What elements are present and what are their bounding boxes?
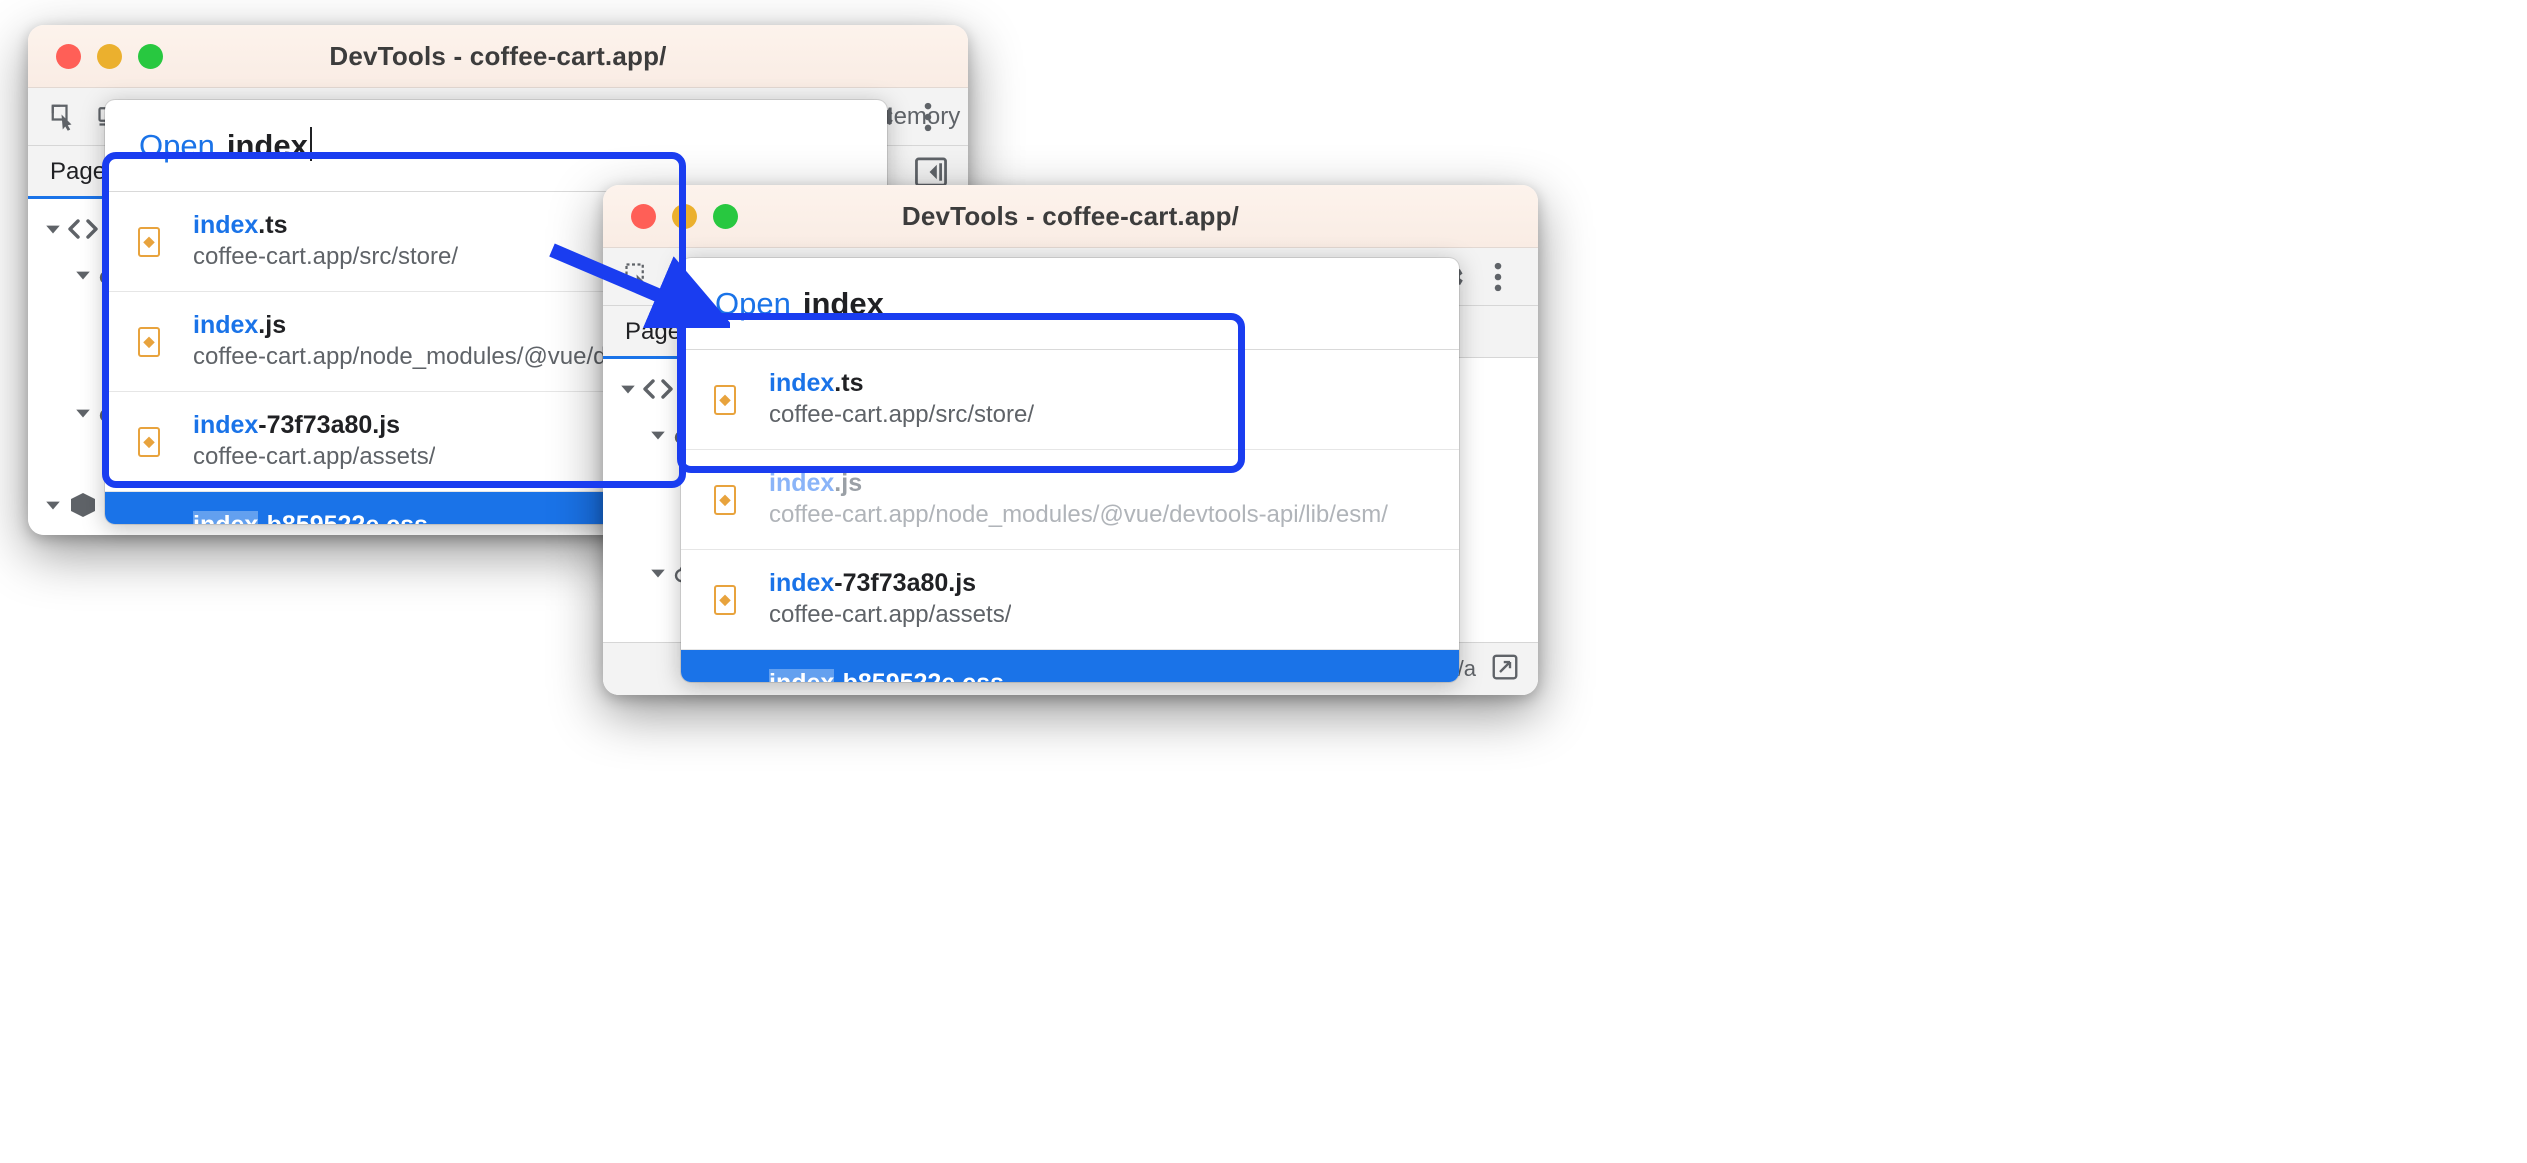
css-file-icon <box>707 678 743 683</box>
kebab-menu-icon[interactable] <box>1476 257 1520 297</box>
dialog-result-filename: index.ts <box>193 210 458 241</box>
dialog-result-name-rest: -73f73a80.js <box>834 568 977 597</box>
js-file-icon: ◆ <box>714 484 736 515</box>
code-brackets-icon <box>66 214 100 244</box>
js-file-icon: ◆ <box>714 584 736 615</box>
dialog-result-name-rest: .ts <box>258 210 288 239</box>
js-file-icon: ◆ <box>138 326 160 357</box>
js-file-icon: ◆ <box>714 384 736 415</box>
dialog-result-name-rest: .js <box>834 468 863 497</box>
dialog-result-filename: index.ts <box>769 368 1034 399</box>
text-caret <box>309 127 312 161</box>
code-brackets-icon <box>641 374 675 404</box>
chevron-down-icon[interactable] <box>70 400 96 426</box>
dialog-prefix-open: Open <box>139 127 215 163</box>
dialog-result-path: coffee-cart.app/src/store/ <box>193 242 459 270</box>
css-file-icon <box>131 520 167 525</box>
close-button[interactable] <box>56 43 81 69</box>
minimize-button[interactable] <box>672 203 697 229</box>
js-file-icon: ◆ <box>707 578 743 622</box>
dialog-result-item[interactable]: ◆ index-73f73a80.js coffee-cart.app/assets… <box>681 550 1459 650</box>
dialog-result-match: index <box>769 368 835 397</box>
dialog-result-text: index.ts coffee-cart.app/src/store/ <box>769 368 1034 432</box>
dialog-result-filename: index.js <box>769 468 1388 499</box>
dialog-result-path: coffee-cart.app/assets/ <box>193 442 436 470</box>
dialog-result-item[interactable]: ◆ index.ts coffee-cart.app/src/store/ <box>681 350 1459 450</box>
dialog-result-text: index-b859522e.csscoffee-cart.app/assets… <box>769 668 1011 682</box>
dialog-result-text: index.ts coffee-cart.app/src/store/ <box>193 210 458 274</box>
dialog-result-path: coffee-cart.app/src/store/ <box>769 400 1035 428</box>
dialog-result-item[interactable]: index-b859522e.csscoffee-cart.app/assets… <box>681 650 1459 682</box>
chevron-down-icon[interactable] <box>645 422 671 448</box>
dialog-result-match: index <box>193 410 259 439</box>
zoom-button[interactable] <box>713 203 738 229</box>
dialog-result-match: index <box>769 568 835 597</box>
chevron-down-icon[interactable] <box>40 216 66 242</box>
dialog-result-path: coffee-cart.app/node_modules/@vue/devtoo… <box>769 500 1388 528</box>
js-file-icon: ◆ <box>131 420 167 464</box>
window2-titlebar[interactable]: DevTools - coffee-cart.app/ <box>603 185 1538 248</box>
inspect-element-icon[interactable] <box>42 97 86 137</box>
screenshot-stage: DevTools - coffee-cart.app/ ElementsCons… <box>0 0 2527 1163</box>
js-file-icon: ◆ <box>138 426 160 457</box>
kebab-menu-icon[interactable] <box>906 97 950 137</box>
dialog-result-path: coffee-cart.app/assets/ <box>769 600 1012 628</box>
dialog-result-text: index-73f73a80.js coffee-cart.app/assets/ <box>193 410 435 474</box>
chevron-down-icon[interactable] <box>70 262 96 288</box>
dialog-query-text: index <box>802 285 884 321</box>
dialog-result-match: index <box>769 468 835 497</box>
js-file-icon: ◆ <box>131 220 167 264</box>
dialog-result-name-rest: -b859522e.css <box>258 511 428 524</box>
chevron-down-icon[interactable] <box>615 376 641 402</box>
status-text: /a <box>1457 656 1476 681</box>
open-external-icon[interactable] <box>1490 652 1520 687</box>
dialog-result-match: index <box>769 668 835 682</box>
window2-dialog-input[interactable]: Open index <box>681 258 1459 350</box>
chevron-down-icon[interactable] <box>645 560 671 586</box>
close-button[interactable] <box>631 203 656 229</box>
dialog-result-filename: index-b859522e.css <box>193 510 435 524</box>
window1-titlebar[interactable]: DevTools - coffee-cart.app/ <box>28 25 968 88</box>
window2-traffic-lights[interactable] <box>603 203 738 229</box>
chevron-down-icon[interactable] <box>40 492 66 518</box>
dialog-result-name-rest: .js <box>258 310 287 339</box>
minimize-button[interactable] <box>97 43 122 69</box>
window1-traffic-lights[interactable] <box>28 43 163 69</box>
window2-open-file-dialog[interactable]: Open index ◆ index.ts coffee-cart.app/src/… <box>681 258 1459 682</box>
js-file-icon: ◆ <box>707 478 743 522</box>
js-file-icon: ◆ <box>131 320 167 364</box>
dialog-query-text: index <box>227 127 312 164</box>
dialog-result-filename: index-73f73a80.js <box>193 410 435 441</box>
dialog-result-text: index-b859522e.csscoffee-cart.app/assets… <box>193 510 435 524</box>
dialog-result-match: index <box>193 510 259 524</box>
window1-title: DevTools - coffee-cart.app/ <box>329 40 667 71</box>
zoom-button[interactable] <box>138 43 163 69</box>
dialog-result-name-rest: .ts <box>834 368 864 397</box>
dialog-result-name-rest: -73f73a80.js <box>258 410 401 439</box>
dialog-result-text: index.js coffee-cart.app/node_modules/@vu… <box>769 468 1388 532</box>
dialog-result-filename: index-b859522e.css <box>769 668 1011 682</box>
dialog-result-filename: index-73f73a80.js <box>769 568 1011 599</box>
window2-dialog-results[interactable]: ◆ index.ts coffee-cart.app/src/store/◆ inde… <box>681 350 1459 682</box>
window1-dialog-input[interactable]: Open index <box>105 100 887 192</box>
dialog-result-match: index <box>193 210 259 239</box>
cube-icon <box>66 490 100 520</box>
dialog-result-text: index-73f73a80.js coffee-cart.app/assets/ <box>769 568 1011 632</box>
dialog-result-match: index <box>193 310 259 339</box>
js-file-icon: ◆ <box>138 226 160 257</box>
js-file-icon: ◆ <box>707 378 743 422</box>
dialog-result-item[interactable]: ◆ index.js coffee-cart.app/node_modules/@v… <box>681 450 1459 550</box>
dialog-prefix-open: Open <box>715 285 791 321</box>
window2-title: DevTools - coffee-cart.app/ <box>901 200 1240 231</box>
dialog-result-name-rest: -b859522e.css <box>834 669 1004 682</box>
inspect-element-icon[interactable] <box>617 257 661 297</box>
